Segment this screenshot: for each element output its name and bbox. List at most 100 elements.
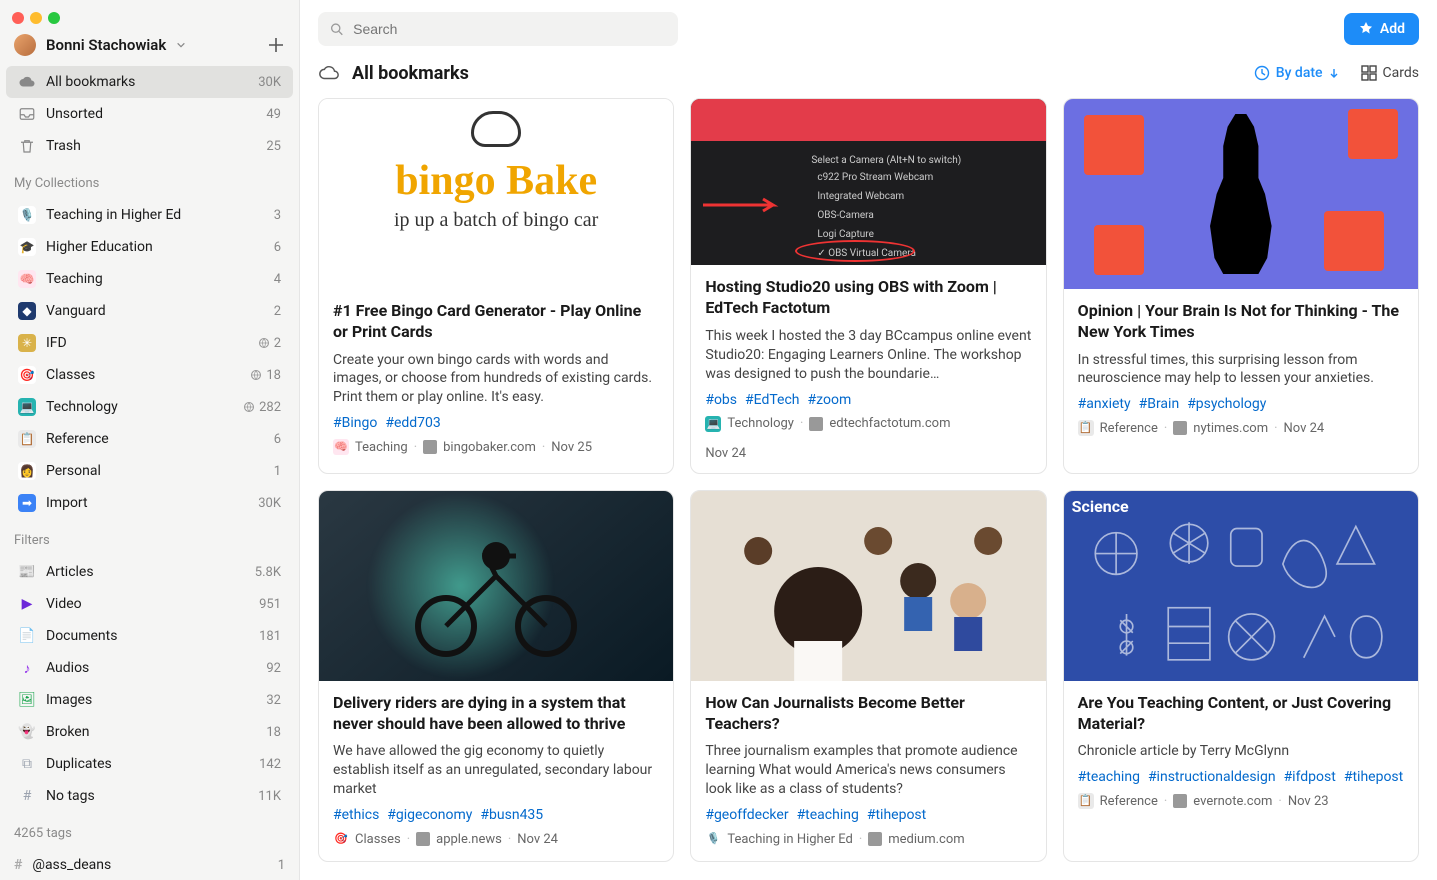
collection-label: Personal bbox=[46, 463, 101, 479]
tag[interactable]: #ifdpost bbox=[1284, 769, 1336, 785]
search-input[interactable] bbox=[351, 20, 666, 38]
card-collection[interactable]: Technology bbox=[727, 416, 794, 431]
bookmark-card[interactable]: Science Are You Teaching Content, or Jus… bbox=[1063, 490, 1419, 862]
card-domain[interactable]: apple.news bbox=[436, 832, 502, 847]
card-domain[interactable]: nytimes.com bbox=[1193, 421, 1268, 436]
nav-trash[interactable]: Trash25 bbox=[6, 130, 293, 162]
filter-audios[interactable]: ♪Audios92 bbox=[6, 652, 293, 684]
bookmark-card[interactable]: Opinion | Your Brain Is Not for Thinking… bbox=[1063, 98, 1419, 474]
tag[interactable]: #teaching bbox=[1078, 769, 1140, 785]
filter-no-tags[interactable]: #No tags11K bbox=[6, 780, 293, 812]
tag[interactable]: #tihepost bbox=[1344, 769, 1403, 785]
nav-all-bookmarks[interactable]: All bookmarks30K bbox=[6, 66, 293, 98]
collection-vanguard[interactable]: ◆Vanguard2 bbox=[6, 295, 293, 327]
card-title: #1 Free Bingo Card Generator - Play Onli… bbox=[333, 301, 659, 343]
card-collection[interactable]: Teaching in Higher Ed bbox=[727, 832, 853, 847]
card-collection[interactable]: Reference bbox=[1100, 794, 1158, 809]
card-domain[interactable]: edtechfactotum.com bbox=[829, 416, 950, 431]
filter-count: 18 bbox=[266, 725, 281, 740]
zoom-window-button[interactable] bbox=[48, 12, 60, 24]
card-meta: 📋 Reference · evernote.com · Nov 23 bbox=[1078, 793, 1404, 809]
tag[interactable]: #instructionaldesign bbox=[1148, 769, 1276, 785]
nav-label: Unsorted bbox=[46, 106, 103, 122]
collection-ifd[interactable]: ✳IFD2 bbox=[6, 327, 293, 359]
tag[interactable]: #edd703 bbox=[385, 415, 440, 431]
filter-documents[interactable]: 📄Documents181 bbox=[6, 620, 293, 652]
tag[interactable]: #psychology bbox=[1187, 396, 1266, 412]
profile-row[interactable]: Bonni Stachowiak bbox=[0, 28, 299, 62]
tag[interactable]: #gigeconomy bbox=[387, 807, 472, 823]
collection-label: Reference bbox=[46, 431, 109, 447]
plus-icon[interactable] bbox=[267, 36, 285, 54]
collection-personal[interactable]: 👩Personal1 bbox=[6, 455, 293, 487]
favicon-icon bbox=[416, 832, 430, 846]
collection-teaching[interactable]: 🧠Teaching4 bbox=[6, 263, 293, 295]
filter-count: 11K bbox=[258, 789, 281, 804]
view-dropdown[interactable]: Cards bbox=[1361, 65, 1419, 81]
card-collection[interactable]: Classes bbox=[355, 832, 401, 847]
filter-icon: 📄 bbox=[18, 627, 36, 645]
filter-broken[interactable]: 👻Broken18 bbox=[6, 716, 293, 748]
collection-import[interactable]: ➡Import30K bbox=[6, 487, 293, 519]
tag[interactable]: #Brain bbox=[1139, 396, 1180, 412]
card-grid: bingo Bakeip up a batch of bingo car #1 … bbox=[300, 98, 1437, 880]
tag[interactable]: #zoom bbox=[808, 392, 852, 408]
collection-label: Technology bbox=[46, 399, 118, 415]
collection-icon: 💻 bbox=[705, 416, 721, 432]
tag[interactable]: #anxiety bbox=[1078, 396, 1131, 412]
tag[interactable]: #obs bbox=[705, 392, 737, 408]
card-desc: In stressful times, this surprising less… bbox=[1078, 351, 1404, 389]
bookmark-card[interactable]: Delivery riders are dying in a system th… bbox=[318, 490, 674, 862]
collection-label: Higher Education bbox=[46, 239, 153, 255]
chevron-down-icon bbox=[176, 40, 186, 50]
collection-classes[interactable]: 🎯Classes18 bbox=[6, 359, 293, 391]
tag-item[interactable]: #@ass_deans1 bbox=[0, 851, 299, 879]
sort-dropdown[interactable]: By date bbox=[1254, 65, 1339, 81]
tag[interactable]: #ethics bbox=[333, 807, 379, 823]
tag[interactable]: #EdTech bbox=[745, 392, 799, 408]
tag[interactable]: #teaching bbox=[797, 807, 859, 823]
close-window-button[interactable] bbox=[12, 12, 24, 24]
card-date: Nov 23 bbox=[1288, 794, 1329, 809]
nav-unsorted[interactable]: Unsorted 49 bbox=[6, 98, 293, 130]
collection-higher-education[interactable]: 🎓Higher Education6 bbox=[6, 231, 293, 263]
bookmark-card[interactable]: Select a Camera (Alt+N to switch)c922 Pr… bbox=[690, 98, 1046, 474]
card-domain[interactable]: evernote.com bbox=[1193, 794, 1272, 809]
collection-label: Import bbox=[46, 495, 88, 511]
filter-duplicates[interactable]: ⧉Duplicates142 bbox=[6, 748, 293, 780]
collection-icon: ➡ bbox=[18, 494, 36, 512]
card-collection[interactable]: Reference bbox=[1100, 421, 1158, 436]
filter-images[interactable]: 🖼Images32 bbox=[6, 684, 293, 716]
card-tags: #teaching #instructionaldesign #ifdpost #ti… bbox=[1078, 769, 1404, 785]
search-box[interactable] bbox=[318, 12, 678, 46]
tags-footer: 4265 tags bbox=[0, 816, 299, 851]
card-collection[interactable]: Teaching bbox=[355, 440, 408, 455]
filter-articles[interactable]: 📰Articles5.8K bbox=[6, 556, 293, 588]
filter-icon: 👻 bbox=[18, 723, 36, 741]
collection-icon: 👩 bbox=[18, 462, 36, 480]
favicon-icon bbox=[1173, 421, 1187, 435]
tag[interactable]: #tihepost bbox=[867, 807, 926, 823]
minimize-window-button[interactable] bbox=[30, 12, 42, 24]
card-desc: This week I hosted the 3 day BCcampus on… bbox=[705, 327, 1031, 384]
nav-count: 49 bbox=[266, 107, 281, 122]
tag[interactable]: #busn435 bbox=[480, 807, 543, 823]
collection-technology[interactable]: 💻Technology282 bbox=[6, 391, 293, 423]
tag[interactable]: #Bingo bbox=[333, 415, 377, 431]
filter-label: Articles bbox=[46, 564, 94, 580]
filter-video[interactable]: ▶Video951 bbox=[6, 588, 293, 620]
collection-icon: 🎯 bbox=[18, 366, 36, 384]
collection-icon: 🎓 bbox=[18, 238, 36, 256]
card-domain[interactable]: bingobaker.com bbox=[443, 440, 536, 455]
card-tags: #anxiety #Brain #psychology bbox=[1078, 396, 1404, 412]
collection-reference[interactable]: 📋Reference6 bbox=[6, 423, 293, 455]
bookmark-card[interactable]: bingo Bakeip up a batch of bingo car #1 … bbox=[318, 98, 674, 474]
card-domain[interactable]: medium.com bbox=[888, 832, 964, 847]
filter-label: Video bbox=[46, 596, 82, 612]
tag[interactable]: #geoffdecker bbox=[705, 807, 788, 823]
bookmark-card[interactable]: How Can Journalists Become Better Teache… bbox=[690, 490, 1046, 862]
collection-teaching-in-higher-ed[interactable]: 🎙️Teaching in Higher Ed3 bbox=[6, 199, 293, 231]
hash-icon: # bbox=[14, 857, 22, 873]
add-button[interactable]: Add bbox=[1344, 13, 1419, 45]
card-date: Nov 24 bbox=[517, 832, 558, 847]
